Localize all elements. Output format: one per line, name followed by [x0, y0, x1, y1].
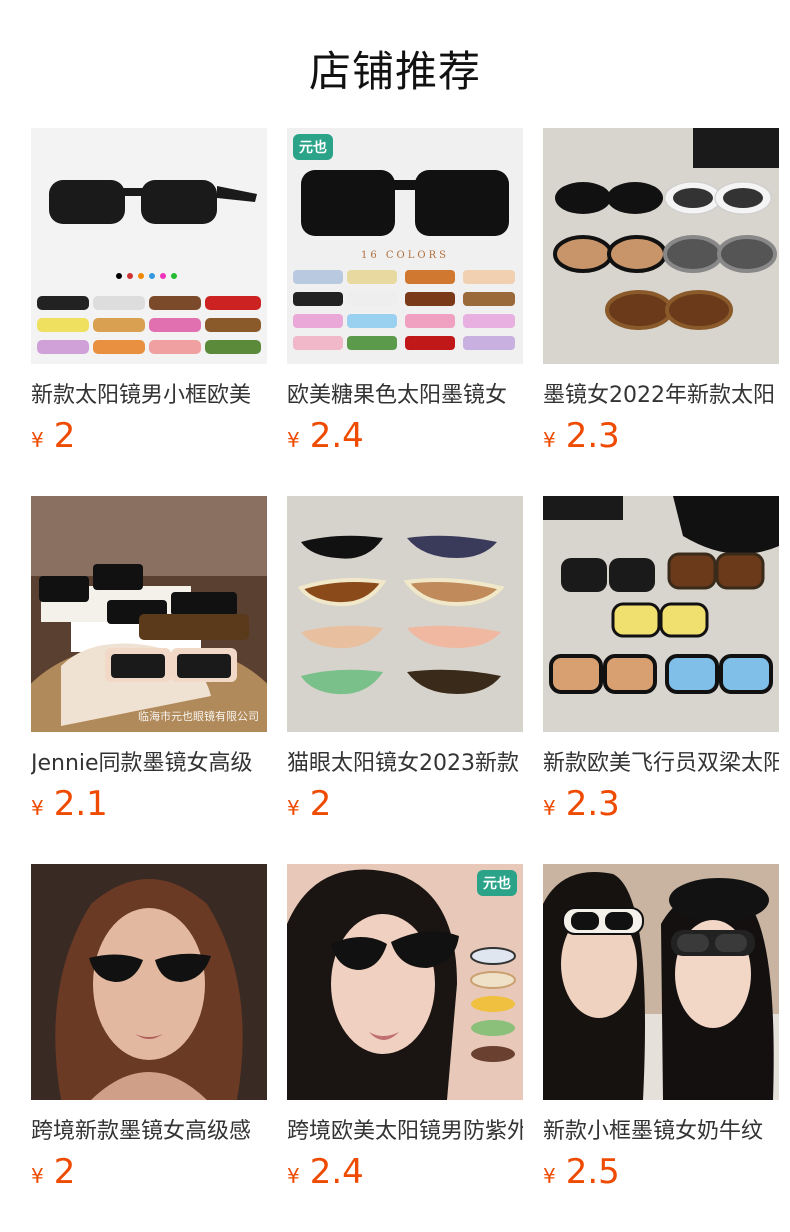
page-title: 店铺推荐: [308, 47, 481, 96]
product-title[interactable]: 跨境欧美太阳镜男防紫外: [287, 1114, 523, 1150]
price-value: 2.3: [565, 784, 620, 824]
product-card[interactable]: 16 COLORS 元也 欧美糖果色太阳墨镜女 ¥ 2.4: [287, 128, 523, 460]
currency-symbol: ¥: [31, 1164, 44, 1188]
currency-symbol: ¥: [287, 1164, 300, 1188]
product-image[interactable]: 元也: [287, 864, 523, 1100]
product-price: ¥ 2.4: [287, 416, 523, 460]
product-card[interactable]: 猫眼太阳镜女2023新款 ¥ 2: [287, 496, 523, 828]
product-title[interactable]: 墨镜女2022年新款太阳: [543, 378, 779, 414]
product-price: ¥ 2.5: [543, 1152, 779, 1196]
price-value: 2.5: [565, 1152, 620, 1192]
product-title[interactable]: 猫眼太阳镜女2023新款: [287, 746, 523, 782]
product-price: ¥ 2.3: [543, 784, 779, 828]
product-price: ¥ 2: [287, 784, 523, 828]
product-image[interactable]: [31, 864, 267, 1100]
product-price: ¥ 2.3: [543, 416, 779, 460]
product-price: ¥ 2.1: [31, 784, 267, 828]
price-value: 2.4: [309, 416, 364, 456]
product-image[interactable]: [543, 496, 779, 732]
currency-symbol: ¥: [287, 428, 300, 452]
product-card[interactable]: 墨镜女2022年新款太阳 ¥ 2.3: [543, 128, 779, 460]
image-watermark: 临海市元也眼镜有限公司: [138, 710, 259, 723]
product-image[interactable]: [543, 864, 779, 1100]
price-value: 2.3: [565, 416, 620, 456]
product-card[interactable]: 跨境新款墨镜女高级感 ¥ 2: [31, 864, 267, 1196]
product-title[interactable]: 新款小框墨镜女奶牛纹: [543, 1114, 779, 1150]
price-value: 2.1: [53, 784, 108, 824]
product-card[interactable]: 临海市元也眼镜有限公司 Jennie同款墨镜女高级 ¥ 2.1: [31, 496, 267, 828]
product-image[interactable]: 16 COLORS 元也: [287, 128, 523, 364]
product-card[interactable]: 新款太阳镜男小框欧美 ¥ 2: [31, 128, 267, 460]
currency-symbol: ¥: [287, 796, 300, 820]
price-value: 2: [309, 784, 332, 824]
brand-badge: 元也: [293, 134, 333, 160]
product-title[interactable]: 新款太阳镜男小框欧美: [31, 378, 267, 414]
section-header: 店铺推荐: [0, 0, 790, 128]
product-image[interactable]: [543, 128, 779, 364]
currency-symbol: ¥: [31, 428, 44, 452]
product-title[interactable]: 欧美糖果色太阳墨镜女: [287, 378, 523, 414]
currency-symbol: ¥: [31, 796, 44, 820]
image-caption: 16 COLORS: [361, 250, 449, 261]
product-title[interactable]: 新款欧美飞行员双梁太阳: [543, 746, 779, 782]
product-price: ¥ 2: [31, 416, 267, 460]
price-value: 2: [53, 1152, 76, 1192]
product-title[interactable]: Jennie同款墨镜女高级: [31, 746, 267, 782]
product-card[interactable]: 新款小框墨镜女奶牛纹 ¥ 2.5: [543, 864, 779, 1196]
price-value: 2: [53, 416, 76, 456]
product-image[interactable]: 临海市元也眼镜有限公司: [31, 496, 267, 732]
product-title[interactable]: 跨境新款墨镜女高级感: [31, 1114, 267, 1150]
product-price: ¥ 2: [31, 1152, 267, 1196]
product-card[interactable]: 新款欧美飞行员双梁太阳 ¥ 2.3: [543, 496, 779, 828]
currency-symbol: ¥: [543, 796, 556, 820]
product-image[interactable]: [287, 496, 523, 732]
currency-symbol: ¥: [543, 428, 556, 452]
product-card[interactable]: 元也 跨境欧美太阳镜男防紫外 ¥ 2.4: [287, 864, 523, 1196]
product-image[interactable]: [31, 128, 267, 364]
brand-badge: 元也: [477, 870, 517, 896]
currency-symbol: ¥: [543, 1164, 556, 1188]
product-price: ¥ 2.4: [287, 1152, 523, 1196]
price-value: 2.4: [309, 1152, 364, 1192]
